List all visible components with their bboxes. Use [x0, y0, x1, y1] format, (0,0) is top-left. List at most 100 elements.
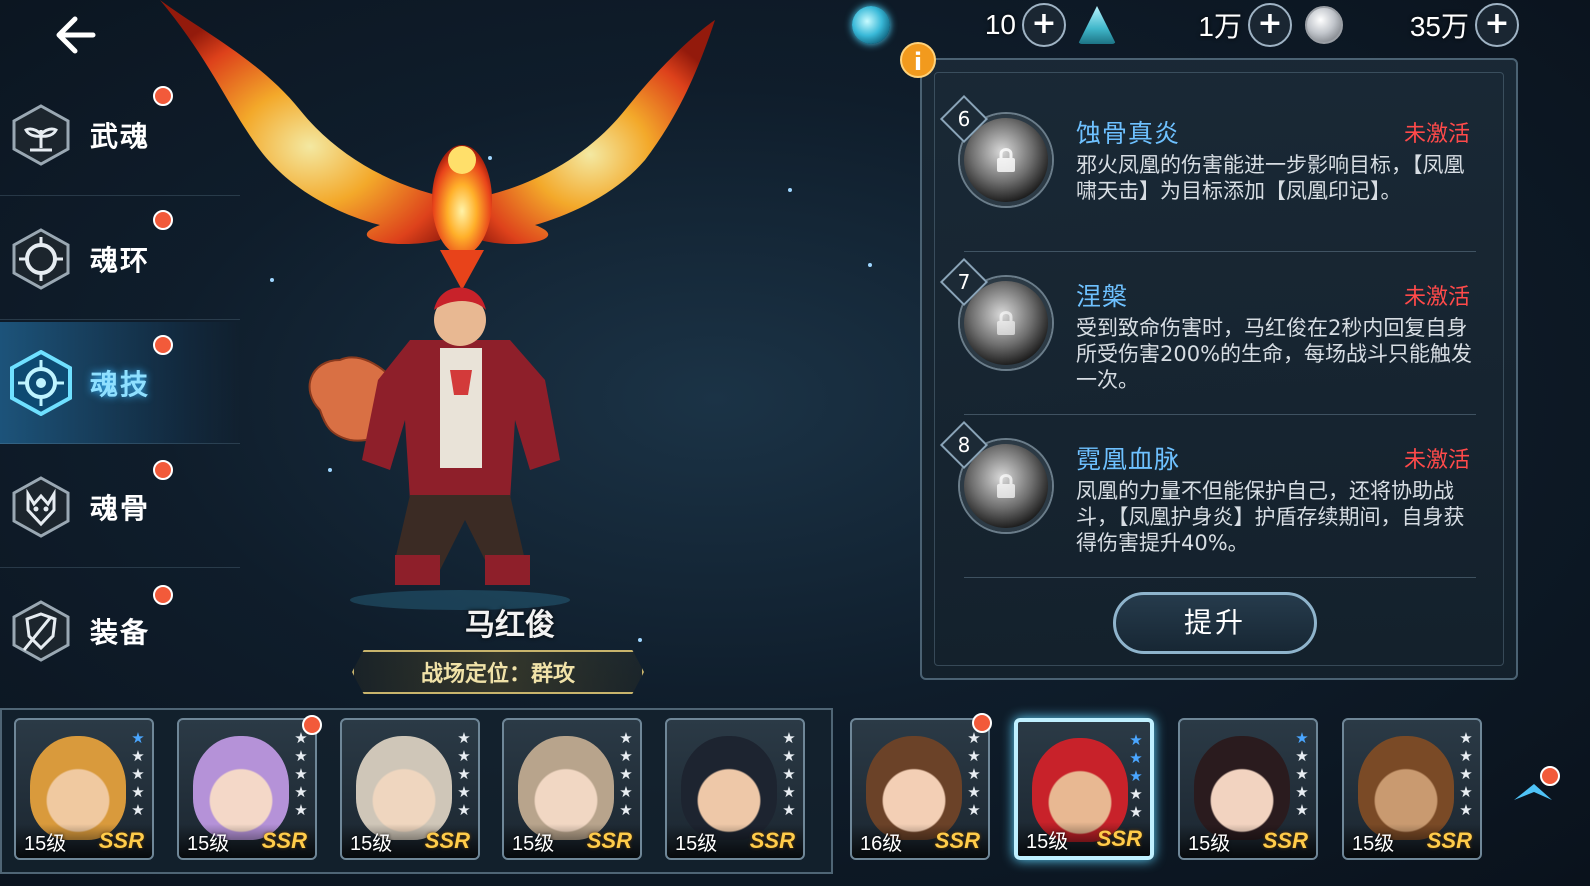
star-rating: ★ ★ ★ ★ ★: [781, 730, 797, 818]
hero-rarity: SSR: [424, 828, 470, 853]
hero-level: 15级: [512, 832, 555, 855]
skill-description: 凤凰的力量不但能保护自己，还将协助战斗，【凤凰护身炎】护盾存续期间，自身获得伤害…: [1076, 479, 1465, 555]
star-icon: ★: [294, 801, 308, 819]
add-soul-orb-button[interactable]: +: [1022, 3, 1066, 47]
skill-title: 涅槃: [1076, 282, 1129, 311]
star-rating: ★ ★ ★ ★ ★: [1294, 730, 1310, 818]
star-icon: ★: [1459, 783, 1473, 801]
hero-level: 15级: [1026, 830, 1069, 853]
skill-row[interactable]: 8 霓凰血脉 未激活 凤凰的力量不但能保护自己，还将协助战斗，【凤凰护身炎】护盾…: [939, 420, 1490, 578]
add-crystal-button[interactable]: +: [1248, 3, 1292, 47]
lock-icon: [997, 311, 1015, 335]
character-model: [308, 287, 570, 610]
star-icon: ★: [1129, 803, 1143, 821]
star-icon: ★: [457, 801, 471, 819]
star-icon: ★: [619, 783, 633, 801]
star-icon: ★: [1295, 783, 1309, 801]
star-icon: ★: [619, 801, 633, 819]
hero-card[interactable]: ★ ★ ★ ★ ★ 15级 SSR: [340, 718, 480, 860]
hero-level: 15级: [1188, 832, 1231, 855]
star-icon: ★: [131, 801, 145, 819]
sprout-icon: [8, 102, 74, 168]
ring-icon: [8, 226, 74, 292]
star-rating: ★ ★ ★ ★ ★: [618, 730, 634, 818]
star-icon: ★: [131, 783, 145, 801]
star-icon: ★: [782, 801, 796, 819]
hero-card[interactable]: ★ ★ ★ ★ ★ 15级 SSR: [1342, 718, 1482, 860]
notification-dot: [153, 335, 173, 355]
hero-card[interactable]: ★ ★ ★ ★ ★ 16级 SSR: [850, 718, 990, 860]
star-icon: ★: [1129, 731, 1143, 749]
star-icon: ★: [1459, 765, 1473, 783]
star-rating: ★ ★ ★ ★ ★: [1458, 730, 1474, 818]
skill-description: 受到致命伤害时，马红俊在2秒内回复自身所受伤害200%的生命，每场战斗只能触发一…: [1076, 316, 1473, 392]
star-icon: ★: [1459, 729, 1473, 747]
hero-card[interactable]: ★ ★ ★ ★ ★ 15级 SSR: [1178, 718, 1318, 860]
notification-dot: [302, 715, 322, 735]
hero-level: 15级: [675, 832, 718, 855]
notification-dot: [153, 585, 173, 605]
hero-level: 15级: [24, 832, 67, 855]
skill-status: 未激活: [1403, 285, 1470, 310]
character-name: 马红俊: [465, 608, 555, 643]
hero-card[interactable]: ★ ★ ★ ★ ★ 15级 SSR: [502, 718, 642, 860]
sidebar-item-hunji[interactable]: 魂技: [0, 322, 240, 444]
skill-row[interactable]: 7 涅槃 未激活 受到致命伤害时，马红俊在2秒内回复自身所受伤害200%的生命，…: [939, 257, 1490, 415]
star-icon: ★: [294, 747, 308, 765]
star-icon: ★: [131, 765, 145, 783]
back-button[interactable]: [45, 10, 105, 60]
skill-status: 未激活: [1403, 122, 1470, 147]
expand-roster-button[interactable]: [1508, 766, 1560, 810]
upgrade-button[interactable]: 提升: [1113, 592, 1317, 654]
star-icon: ★: [457, 729, 471, 747]
star-icon: ★: [782, 765, 796, 783]
currency-crystal-value: 1万: [1198, 11, 1242, 42]
star-icon: ★: [619, 729, 633, 747]
star-icon: ★: [457, 747, 471, 765]
star-rating: ★ ★ ★ ★ ★: [1128, 732, 1144, 820]
sidebar-item-label: 魂技: [90, 367, 151, 401]
skill-row[interactable]: 6 蚀骨真炎 未激活 邪火凤凰的伤害能进一步影响目标，【凤凰啸天击】为目标添加【…: [939, 94, 1490, 252]
hero-card[interactable]: ★ ★ ★ ★ ★ 15级 SSR: [665, 718, 805, 860]
hero-rarity: SSR: [934, 828, 980, 853]
lock-icon: [997, 148, 1015, 172]
star-rating: ★ ★ ★ ★ ★: [130, 730, 146, 818]
star-icon: ★: [782, 729, 796, 747]
hero-rarity: SSR: [1262, 828, 1308, 853]
hero-rarity: SSR: [1096, 826, 1142, 851]
hero-card[interactable]: ★ ★ ★ ★ ★ 15级 SSR: [14, 718, 154, 860]
star-icon: ★: [967, 747, 981, 765]
star-icon: ★: [967, 765, 981, 783]
arrow-left-icon: [56, 16, 96, 54]
skill-title: 蚀骨真炎: [1076, 119, 1181, 148]
star-rating: ★ ★ ★ ★ ★: [966, 730, 982, 818]
star-icon: ★: [1295, 747, 1309, 765]
hero-level: 15级: [350, 832, 393, 855]
info-icon[interactable]: i: [900, 42, 936, 78]
add-silver-button[interactable]: +: [1475, 3, 1519, 47]
star-icon: ★: [619, 765, 633, 783]
star-rating: ★ ★ ★ ★ ★: [456, 730, 472, 818]
hero-rarity: SSR: [98, 828, 144, 853]
hero-level: 15级: [1352, 832, 1395, 855]
silver-coin-icon: [1305, 6, 1343, 44]
hero-card[interactable]: ★ ★ ★ ★ ★ 15级 SSR: [177, 718, 317, 860]
star-icon: ★: [1295, 801, 1309, 819]
phoenix-image: [160, 0, 715, 290]
hero-card[interactable]: ★ ★ ★ ★ ★ 15级 SSR: [1014, 718, 1154, 860]
notification-dot: [1540, 766, 1560, 786]
star-icon: ★: [294, 783, 308, 801]
hero-level: 15级: [187, 832, 230, 855]
sidebar-item-zhuangbei[interactable]: 装备: [0, 570, 240, 692]
shield-icon: [8, 598, 74, 664]
battle-role-text: 战场定位：群攻: [420, 662, 575, 687]
star-icon: ★: [967, 801, 981, 819]
star-icon: ★: [1459, 747, 1473, 765]
star-icon: ★: [782, 747, 796, 765]
sidebar-item-hungu[interactable]: 魂骨: [0, 446, 240, 568]
target-icon: [8, 349, 74, 416]
sidebar-item-label: 装备: [90, 616, 151, 649]
star-icon: ★: [782, 783, 796, 801]
skill-title: 霓凰血脉: [1076, 445, 1181, 474]
lock-icon: [997, 474, 1015, 498]
